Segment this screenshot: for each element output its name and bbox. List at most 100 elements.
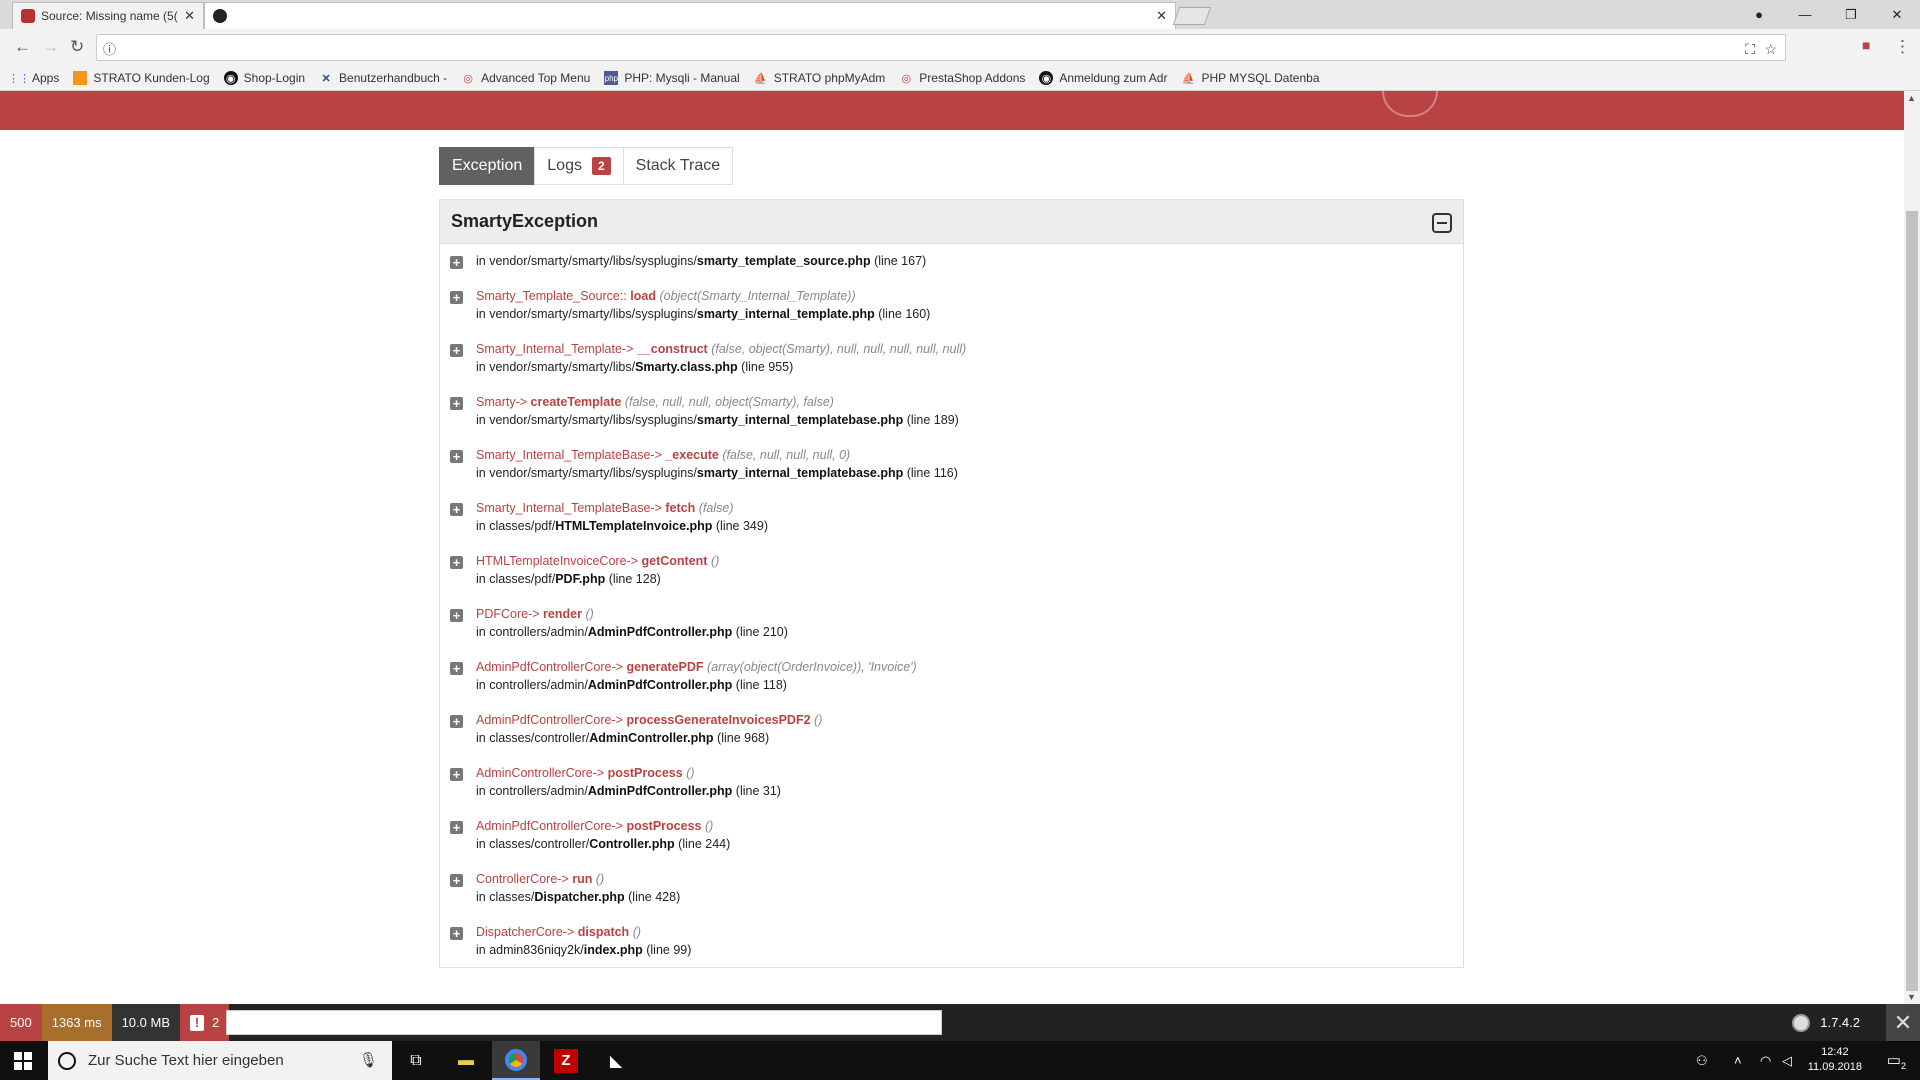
frame-class[interactable]: Smarty_Internal_TemplateBase	[476, 501, 650, 515]
minimize-icon[interactable]: —	[1782, 0, 1828, 29]
bookmark-php-mysql[interactable]: ⛵ PHP MYSQL Datenba	[1181, 71, 1320, 85]
frame-file[interactable]: AdminPdfController.php	[588, 784, 732, 798]
restore-icon[interactable]: ❐	[1828, 0, 1874, 29]
menu-icon[interactable]: ⋮	[1894, 37, 1911, 57]
microphone-icon[interactable]: 🎙	[359, 1051, 378, 1069]
bookmark-shop-login[interactable]: ◉ Shop-Login	[223, 71, 305, 85]
frame-class[interactable]: Smarty_Internal_TemplateBase	[476, 448, 650, 462]
frame-file[interactable]: AdminPdfController.php	[588, 625, 732, 639]
frame-file[interactable]: smarty_internal_template.php	[697, 307, 875, 321]
memory-usage[interactable]: 10.0 MB	[111, 1004, 180, 1041]
wifi-icon[interactable]: ◠	[1760, 1041, 1771, 1080]
frame-class[interactable]: AdminPdfControllerCore	[476, 713, 611, 727]
task-view-icon[interactable]: ⧉	[392, 1041, 440, 1080]
notification-icon[interactable]: ▭2	[1887, 1051, 1906, 1071]
expand-plus-icon[interactable]: +	[450, 609, 463, 622]
expand-plus-icon[interactable]: +	[450, 450, 463, 463]
filezilla-icon[interactable]: Z	[542, 1041, 590, 1080]
exception-header[interactable]: SmartyException	[440, 200, 1463, 244]
tab-stack-trace[interactable]: Stack Trace	[622, 147, 734, 185]
expand-plus-icon[interactable]: +	[450, 397, 463, 410]
frame-class[interactable]: ControllerCore	[476, 872, 557, 886]
expand-plus-icon[interactable]: +	[450, 768, 463, 781]
new-tab-button[interactable]	[1172, 7, 1212, 25]
file-explorer-icon[interactable]: ▬	[442, 1041, 490, 1080]
expand-plus-icon[interactable]: +	[450, 556, 463, 569]
close-icon[interactable]: ✕	[1156, 8, 1167, 24]
close-icon[interactable]: ✕	[184, 8, 195, 24]
info-icon[interactable]: ⓘ	[103, 39, 116, 58]
star-icon[interactable]: ☆	[1764, 41, 1777, 58]
reload-icon[interactable]: ↻	[70, 37, 84, 57]
bookmark-advanced-top-menu[interactable]: ◎ Advanced Top Menu	[461, 71, 590, 85]
prestashop-version[interactable]: 1.7.4.2	[1792, 1004, 1860, 1041]
scroll-down-icon[interactable]: ▼	[1907, 992, 1916, 1002]
bookmark-prestashop-addons[interactable]: ◎ PrestaShop Addons	[899, 71, 1025, 85]
system-clock[interactable]: 12:42 11.09.2018	[1808, 1045, 1862, 1075]
bookmark-strato-phpmyadmin[interactable]: ⛵ STRATO phpMyAdm	[754, 71, 885, 85]
frame-file[interactable]: HTMLTemplateInvoice.php	[555, 519, 712, 533]
tab-exception[interactable]: Exception	[439, 147, 536, 185]
collapse-icon[interactable]	[1432, 213, 1452, 233]
volume-icon[interactable]: ◁	[1782, 1041, 1792, 1080]
scroll-up-icon[interactable]: ▲	[1907, 93, 1916, 103]
frame-file[interactable]: AdminController.php	[589, 731, 713, 745]
bookmark-php-mysqli[interactable]: php PHP: Mysqli - Manual	[604, 71, 740, 85]
frame-class[interactable]: AdminPdfControllerCore	[476, 819, 611, 833]
frame-file[interactable]: smarty_internal_templatebase.php	[697, 466, 903, 480]
bookmark-apps[interactable]: ⋮⋮ Apps	[8, 71, 59, 85]
frame-class[interactable]: DispatcherCore	[476, 925, 563, 939]
expand-plus-icon[interactable]: +	[450, 291, 463, 304]
frame-file[interactable]: smarty_template_source.php	[697, 254, 871, 268]
bookmark-strato[interactable]: STRATO Kunden-Log	[73, 71, 210, 85]
chevron-up-icon[interactable]: ˄	[1734, 1041, 1742, 1080]
frame-file[interactable]: AdminPdfController.php	[588, 678, 732, 692]
frame-class[interactable]: Smarty	[476, 395, 516, 409]
profile-icon[interactable]: ●	[1736, 0, 1782, 29]
chrome-icon[interactable]	[492, 1041, 540, 1080]
frame-file[interactable]: PDF.php	[555, 572, 605, 586]
frame-class[interactable]: AdminControllerCore	[476, 766, 593, 780]
close-window-icon[interactable]: ✕	[1874, 0, 1920, 29]
frame-file[interactable]: index.php	[584, 943, 643, 957]
browser-tab-active[interactable]: Source: Missing name (5( ✕	[12, 2, 204, 29]
expand-plus-icon[interactable]: +	[450, 662, 463, 675]
frame-file[interactable]: Controller.php	[589, 837, 674, 851]
frame-path: in vendor/smarty/smarty/libs/sysplugins/	[476, 307, 697, 321]
frame-class[interactable]: Smarty_Template_Source	[476, 289, 620, 303]
bookmark-anmeldung[interactable]: ◉ Anmeldung zum Adr	[1039, 71, 1167, 85]
people-icon[interactable]: ⚇	[1696, 1041, 1708, 1080]
forward-icon[interactable]: →	[42, 37, 59, 57]
address-bar[interactable]: ⓘ ⛶ ☆	[96, 34, 1786, 61]
frame-class[interactable]: PDFCore	[476, 607, 528, 621]
taskbar-search-box[interactable]: Zur Suche Text hier eingeben 🎙	[48, 1041, 392, 1080]
windows-start-icon[interactable]	[14, 1052, 32, 1070]
debug-search-input[interactable]	[226, 1010, 942, 1035]
frame-file[interactable]: Smarty.class.php	[635, 360, 738, 374]
browser-tab[interactable]: ✕	[204, 2, 1176, 29]
page-scrollbar[interactable]: ▲ ▼	[1904, 91, 1920, 1004]
expand-plus-icon[interactable]: +	[450, 344, 463, 357]
close-icon[interactable]: ✕	[1886, 1004, 1920, 1041]
frame-class[interactable]: Smarty_Internal_Template	[476, 342, 622, 356]
expand-plus-icon[interactable]: +	[450, 874, 463, 887]
error-count[interactable]: ! 2	[180, 1004, 230, 1041]
app-icon[interactable]: ◣	[592, 1041, 640, 1080]
status-code-badge[interactable]: 500	[0, 1004, 42, 1041]
expand-plus-icon[interactable]: +	[450, 503, 463, 516]
tab-logs[interactable]: Logs 2	[534, 147, 624, 185]
frame-file[interactable]: Dispatcher.php	[534, 890, 624, 904]
expand-plus-icon[interactable]: +	[450, 927, 463, 940]
request-time[interactable]: 1363 ms	[41, 1004, 112, 1041]
expand-plus-icon[interactable]: +	[450, 715, 463, 728]
bookmark-benutzerhandbuch[interactable]: ✕ Benutzerhandbuch -	[319, 71, 447, 85]
frame-file[interactable]: smarty_internal_templatebase.php	[697, 413, 903, 427]
frame-class[interactable]: HTMLTemplateInvoiceCore	[476, 554, 627, 568]
extension-icon[interactable]: ■	[1862, 37, 1870, 53]
frame-class[interactable]: AdminPdfControllerCore	[476, 660, 611, 674]
scroll-thumb[interactable]	[1906, 211, 1918, 991]
translate-icon[interactable]: ⛶	[1745, 41, 1755, 58]
expand-plus-icon[interactable]: +	[450, 256, 463, 269]
back-icon[interactable]: ←	[14, 37, 31, 57]
expand-plus-icon[interactable]: +	[450, 821, 463, 834]
